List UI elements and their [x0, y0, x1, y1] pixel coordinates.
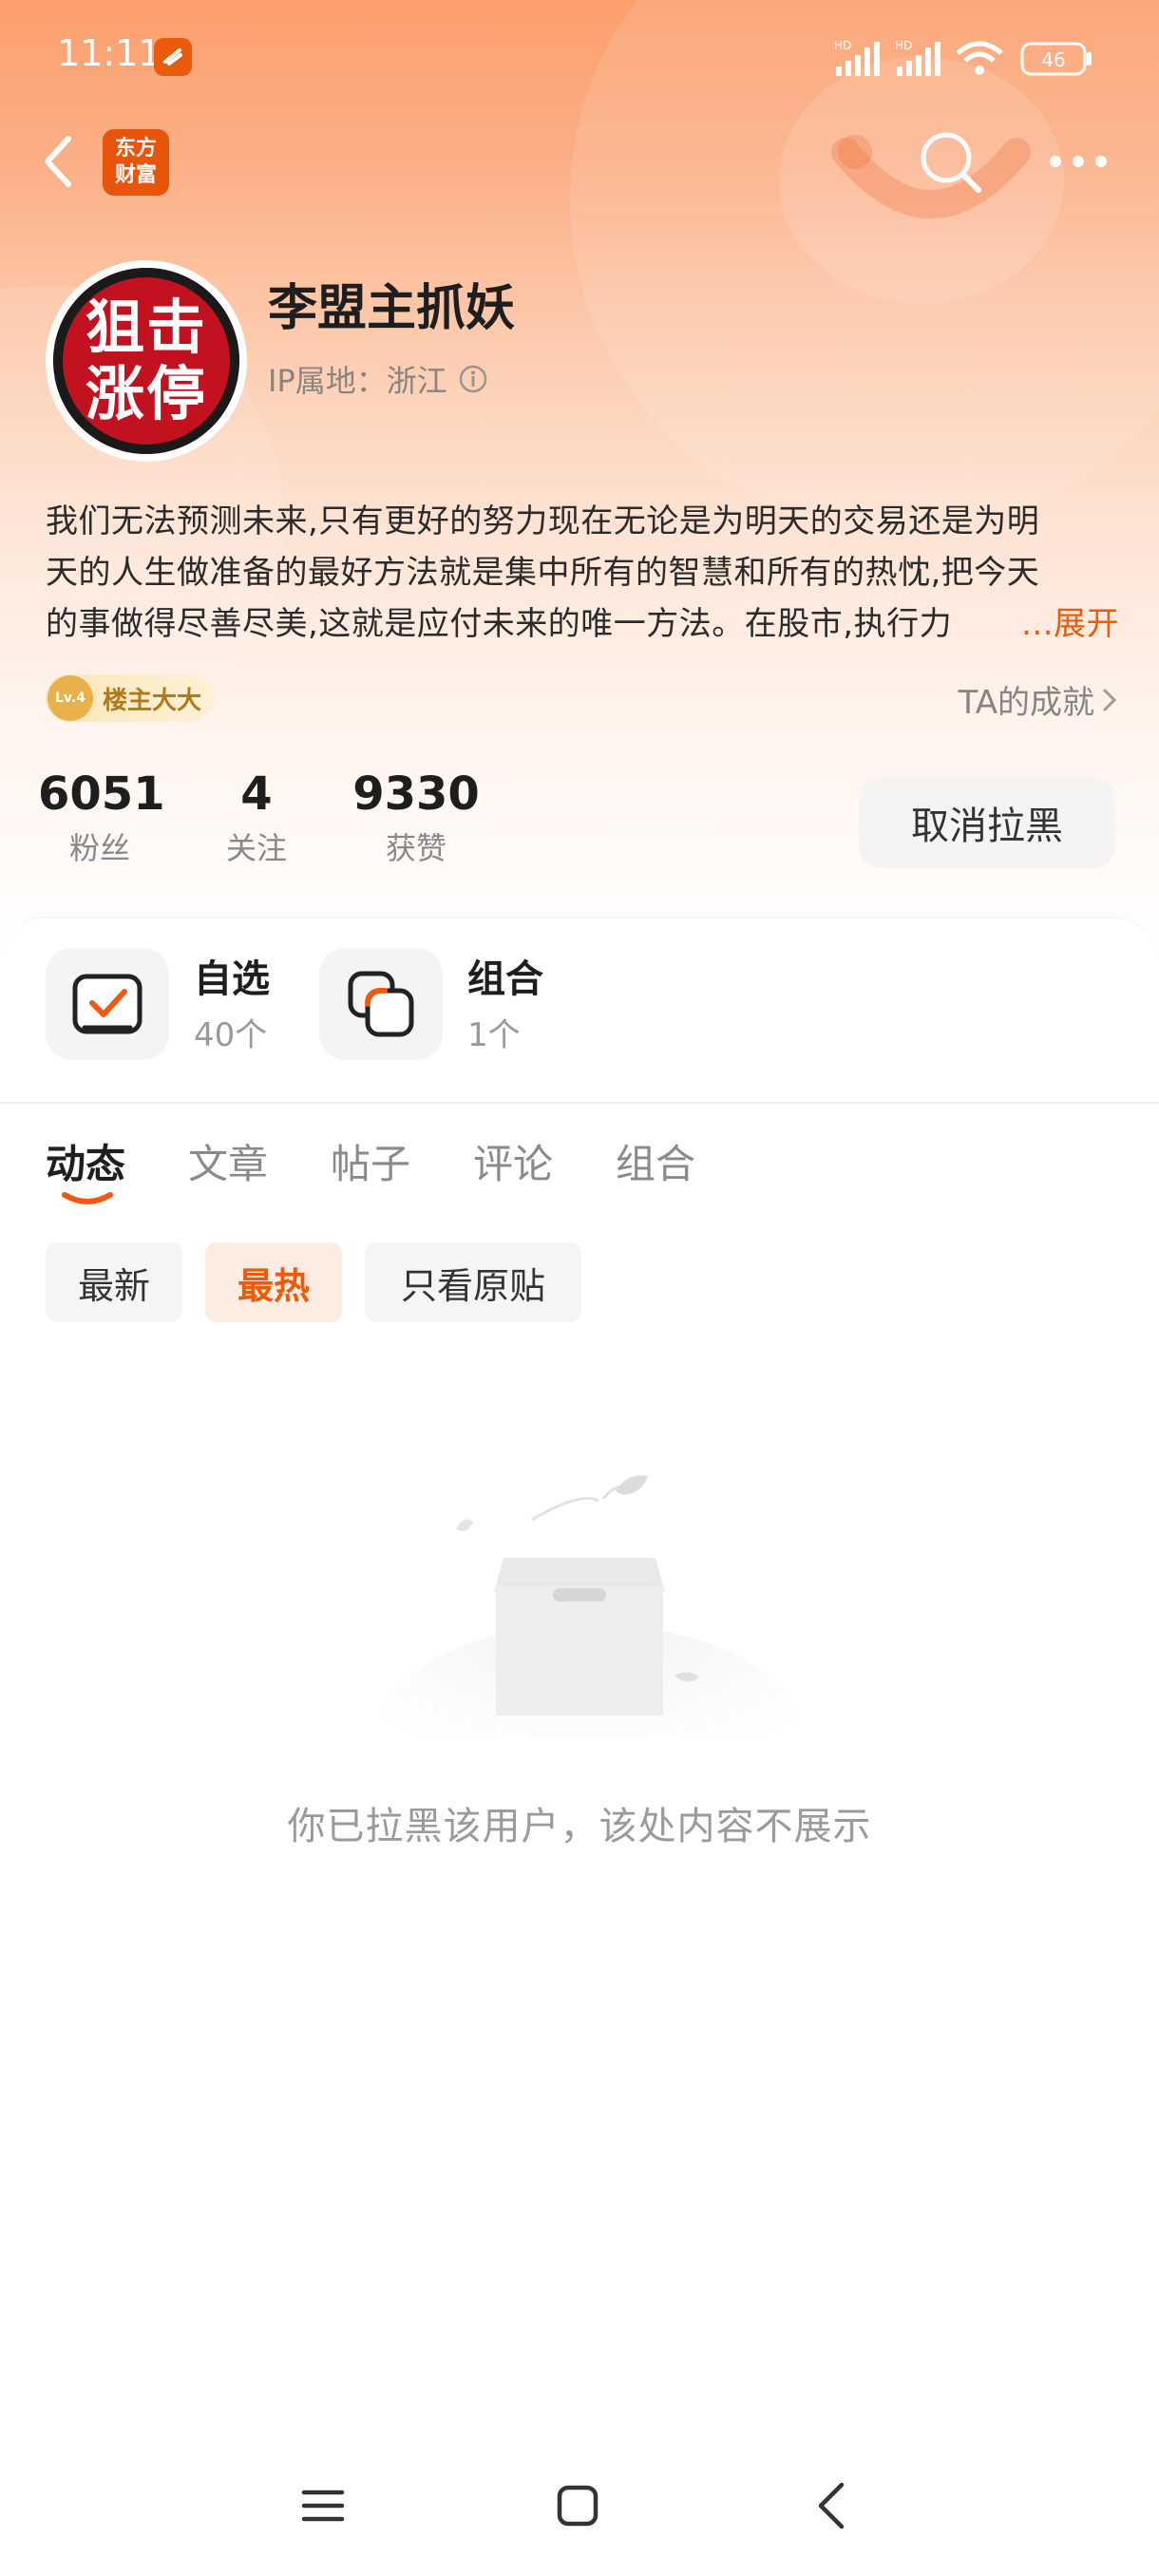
chevron-left-icon — [45, 136, 71, 187]
bio-line-3-row: 的事做得尽善尽美,这就是应付未来的唯一方法。在股市,执行力 ...展开 — [46, 598, 1119, 650]
svg-text:HD: HD — [834, 39, 851, 52]
app-logo-line1: 东方 — [114, 137, 157, 161]
active-tab-indicator — [61, 1189, 114, 1212]
tab-dynamics[interactable]: 动态 — [46, 1132, 125, 1190]
notification-app-icon — [154, 38, 192, 76]
home-square-icon — [557, 2485, 598, 2527]
stat-fans[interactable]: 6051 粉丝 — [38, 767, 165, 868]
search-icon — [921, 132, 981, 193]
app-logo-line2: 财富 — [114, 163, 157, 187]
back-button[interactable] — [38, 131, 89, 192]
portfolio-count: 1个 — [467, 1016, 521, 1054]
tab-articles[interactable]: 文章 — [188, 1132, 268, 1190]
bio-expand-link[interactable]: ...展开 — [1021, 598, 1119, 650]
stat-likes[interactable]: 9330 获赞 — [350, 767, 483, 868]
avatar[interactable]: 狙击 涨停 — [46, 260, 247, 462]
back-arrow-icon — [818, 2482, 845, 2529]
app-logo: 东方 财富 — [103, 129, 169, 196]
status-time: 11:11 — [57, 32, 162, 74]
nav-menu-button[interactable] — [300, 2483, 346, 2529]
menu-lines-icon — [301, 2490, 345, 2522]
nav-home-button[interactable] — [555, 2483, 600, 2529]
svg-text:HD: HD — [895, 39, 912, 52]
search-button[interactable] — [918, 129, 984, 196]
filter-hottest[interactable]: 最热 — [205, 1242, 342, 1322]
portfolio-title[interactable]: 组合 — [467, 948, 543, 1003]
section-divider — [0, 1102, 1159, 1104]
stat-likes-label: 获赞 — [385, 830, 446, 866]
watchlist-tool[interactable] — [46, 948, 169, 1060]
watchlist-count: 40个 — [194, 1016, 268, 1054]
stat-following-value: 4 — [240, 767, 273, 821]
ip-location-text: IP属地：浙江 — [268, 363, 447, 399]
status-icons: HD HD 46 — [832, 36, 1098, 80]
unblock-button[interactable]: 取消拉黑 — [859, 777, 1115, 868]
svg-text:46: 46 — [1041, 48, 1065, 71]
bio-line-3: 的事做得尽善尽美,这就是应付未来的唯一方法。在股市,执行力 — [46, 605, 953, 643]
stat-following-label: 关注 — [225, 830, 287, 866]
watchlist-title[interactable]: 自选 — [194, 948, 270, 1003]
stat-fans-label: 粉丝 — [68, 830, 130, 866]
info-icon[interactable] — [457, 363, 489, 395]
nav-back-button[interactable] — [813, 2481, 851, 2530]
content-card — [0, 918, 1159, 2576]
bio-line-1: 我们无法预测未来,只有更好的努力现在无论是为明天的交易还是为明 — [46, 502, 1040, 540]
filter-original-only[interactable]: 只看原贴 — [365, 1242, 581, 1322]
stat-following[interactable]: 4 关注 — [209, 767, 304, 868]
bio-line-2: 天的人生做准备的最好方法就是集中所有的智慧和所有的热忱,把今天 — [46, 554, 1040, 592]
level-icon: Lv.4 — [48, 675, 93, 721]
chevron-right-icon — [1103, 689, 1117, 710]
user-nickname: 李盟主抓妖 — [268, 280, 516, 337]
tab-comments[interactable]: 评论 — [473, 1132, 553, 1190]
achievements-link[interactable]: TA的成就 — [959, 676, 1117, 723]
tab-portfolios[interactable]: 组合 — [616, 1132, 695, 1190]
watchlist-check-icon — [72, 974, 142, 1034]
filter-latest[interactable]: 最新 — [46, 1242, 182, 1322]
empty-box-icon — [380, 1475, 798, 1738]
user-bio: 我们无法预测未来,只有更好的努力现在无论是为明天的交易还是为明 天的人生做准备的… — [46, 496, 1119, 650]
user-level-badge[interactable]: Lv.4 楼主大大 — [46, 674, 215, 722]
avatar-text-line1: 狙击 — [85, 293, 207, 362]
portfolio-icon — [348, 971, 414, 1037]
achievements-label: TA的成就 — [958, 684, 1094, 722]
stat-likes-value: 9330 — [352, 767, 480, 821]
portfolio-tool[interactable] — [319, 948, 443, 1060]
tab-posts[interactable]: 帖子 — [331, 1132, 410, 1190]
avatar-text-line2: 涨停 — [85, 359, 207, 428]
more-dots-icon — [1050, 156, 1107, 167]
stat-fans-value: 6051 — [38, 767, 165, 821]
empty-state-message: 你已拉黑该用户，该处内容不展示 — [287, 1805, 872, 1848]
badge-label: 楼主大大 — [103, 686, 202, 715]
more-options-button[interactable] — [1045, 142, 1112, 180]
ip-location: IP属地：浙江 — [268, 357, 489, 401]
